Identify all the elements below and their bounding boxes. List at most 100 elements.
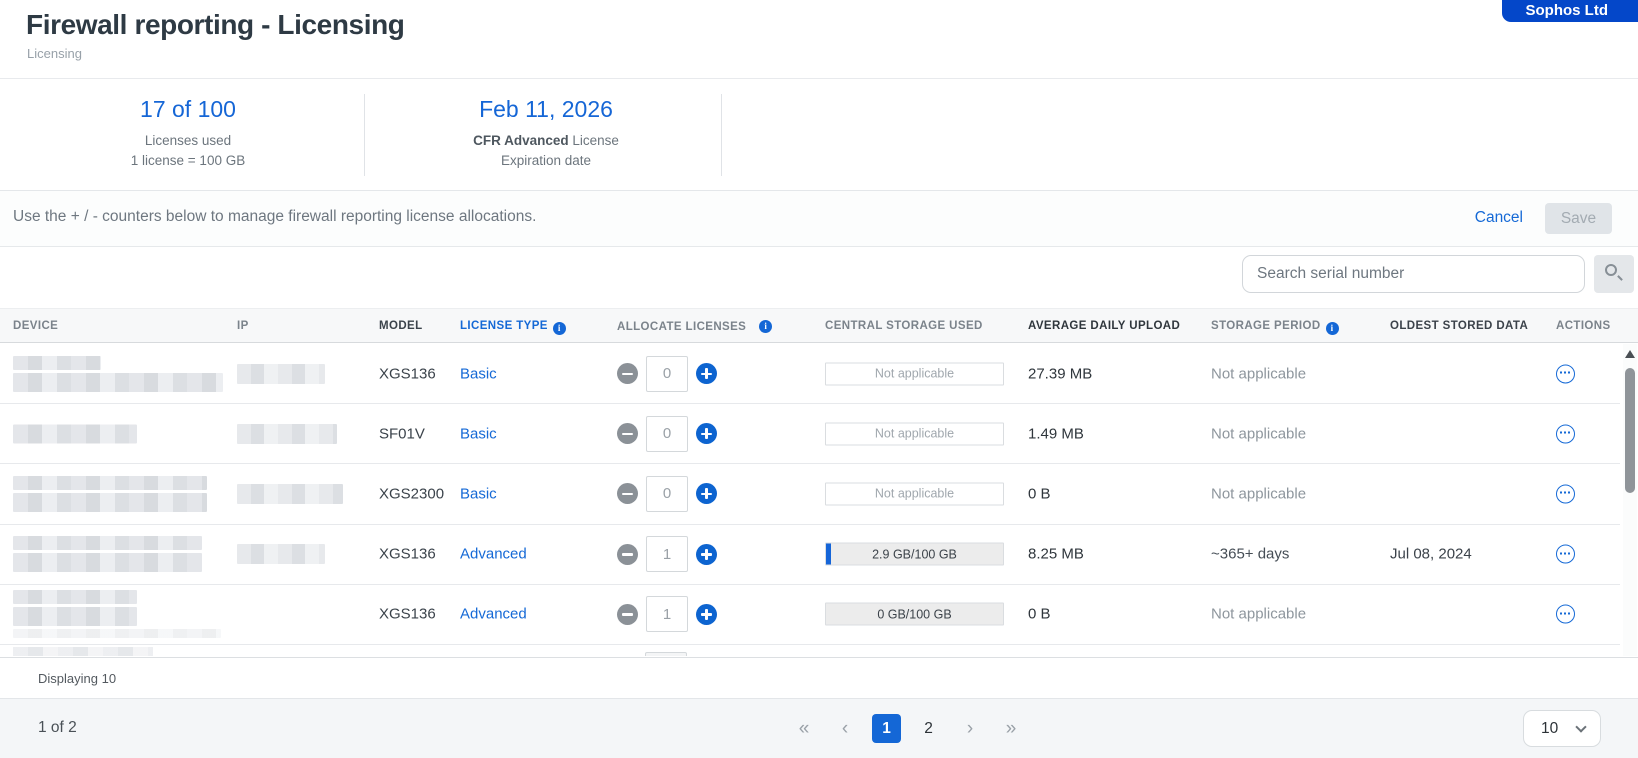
- info-icon[interactable]: i: [1326, 322, 1339, 335]
- oldest-stored-data-cell: Jul 08, 2024: [1390, 546, 1472, 563]
- decrement-button[interactable]: [617, 483, 638, 504]
- license-type-link[interactable]: Advanced: [460, 606, 527, 623]
- decrement-button[interactable]: [617, 604, 638, 625]
- actions-cell: [1556, 364, 1575, 383]
- allocate-counter: [617, 596, 717, 632]
- redacted-device-name: [13, 424, 137, 443]
- allocate-input[interactable]: [646, 356, 688, 392]
- storage-period-cell: Not applicable: [1211, 365, 1306, 382]
- model-cell: XGS136: [379, 546, 436, 563]
- next-page-button[interactable]: ›: [956, 715, 984, 743]
- allocate-counter: [617, 356, 717, 392]
- decrement-button[interactable]: [617, 544, 638, 565]
- allocate-input[interactable]: [646, 596, 688, 632]
- column-header-ip: IP: [237, 320, 249, 332]
- device-cell: [13, 424, 137, 443]
- increment-button[interactable]: [696, 544, 717, 565]
- redacted-device-name: [13, 373, 223, 392]
- save-button[interactable]: Save: [1545, 203, 1612, 234]
- search-icon: [1605, 264, 1617, 276]
- licenses-used-label: Licenses used: [18, 131, 358, 151]
- allocate-input[interactable]: [646, 416, 688, 452]
- table-row-partial: [0, 645, 1620, 656]
- app-root: Firewall reporting - Licensing Licensing…: [0, 0, 1638, 758]
- column-header-device: DEVICE: [13, 320, 58, 332]
- stat-divider: [364, 94, 365, 176]
- license-type-link[interactable]: Basic: [460, 365, 497, 382]
- actions-cell: [1556, 605, 1575, 624]
- last-page-button[interactable]: »: [997, 715, 1025, 743]
- redacted-device-name: [13, 553, 202, 572]
- avg-daily-upload-cell: 1.49 MB: [1028, 425, 1084, 442]
- redacted-device-name: [13, 629, 221, 638]
- decrement-button[interactable]: [617, 363, 638, 384]
- instruction-text: Use the + / - counters below to manage f…: [13, 208, 536, 226]
- pagination-bar: 1 of 2 «‹12›» 10: [0, 698, 1638, 758]
- allocate-input[interactable]: [646, 536, 688, 572]
- license-type-link[interactable]: Basic: [460, 485, 497, 502]
- increment-button[interactable]: [696, 483, 717, 504]
- avg-daily-upload-cell: 8.25 MB: [1028, 546, 1084, 563]
- column-header-oldest: OLDEST STORED DATA: [1390, 320, 1528, 332]
- license-type-link[interactable]: Advanced: [460, 546, 527, 563]
- row-action-icon[interactable]: [1556, 484, 1575, 503]
- redacted-device-name: [13, 356, 101, 370]
- increment-button[interactable]: [696, 604, 717, 625]
- row-action-icon[interactable]: [1556, 545, 1575, 564]
- central-storage-cell: Not applicable: [825, 362, 1004, 385]
- page-header: Firewall reporting - Licensing Licensing…: [0, 0, 1638, 79]
- storage-usage-fill: [826, 544, 831, 565]
- model-cell: XGS2300: [379, 485, 444, 502]
- row-action-icon[interactable]: [1556, 424, 1575, 443]
- row-action-icon[interactable]: [1556, 605, 1575, 624]
- storage-text: Not applicable: [875, 367, 954, 381]
- allocate-input[interactable]: [646, 476, 688, 512]
- redacted-device-name: [13, 647, 153, 656]
- page-button-1[interactable]: 1: [872, 714, 901, 743]
- cancel-button[interactable]: Cancel: [1475, 209, 1523, 227]
- device-cell: [13, 356, 223, 392]
- redacted-ip: [237, 544, 325, 564]
- search-row: [0, 248, 1638, 308]
- column-header-license: LICENSE TYPEi: [460, 320, 566, 335]
- search-input[interactable]: [1242, 255, 1585, 293]
- decrement-button[interactable]: [617, 423, 638, 444]
- redacted-device-name: [13, 536, 202, 550]
- stat-divider: [721, 94, 722, 176]
- storage-period-cell: Not applicable: [1211, 606, 1306, 623]
- storage-period-cell: Not applicable: [1211, 425, 1306, 442]
- search-button[interactable]: [1594, 255, 1634, 293]
- license-type-link[interactable]: Basic: [460, 425, 497, 442]
- redacted-ip: [237, 424, 337, 444]
- table-scrollbar[interactable]: [1623, 344, 1637, 656]
- expiration-license-label: CFR Advanced License: [376, 131, 716, 151]
- page-button-2[interactable]: 2: [914, 714, 943, 743]
- license-name-rest: License: [569, 133, 619, 148]
- row-action-icon[interactable]: [1556, 364, 1575, 383]
- central-storage-cell: 0 GB/100 GB: [825, 603, 1004, 626]
- redacted-device-name: [13, 476, 207, 490]
- table-row: SF01VBasicNot applicable1.49 MBNot appli…: [0, 404, 1620, 464]
- table-header: DEVICEIPMODELLICENSE TYPEiALLOCATE LICEN…: [0, 308, 1638, 343]
- chevron-down-icon: [1575, 721, 1586, 732]
- page-size-select[interactable]: 10: [1523, 710, 1601, 747]
- scroll-up-arrow-icon[interactable]: [1625, 350, 1635, 358]
- central-storage-cell: Not applicable: [825, 482, 1004, 505]
- displaying-count: Displaying 10: [38, 671, 116, 686]
- scrollbar-thumb[interactable]: [1625, 368, 1635, 493]
- info-icon[interactable]: i: [759, 320, 772, 333]
- expiration-date-value: Feb 11, 2026: [376, 96, 716, 123]
- column-header-period: STORAGE PERIODi: [1211, 320, 1339, 335]
- info-icon[interactable]: i: [553, 322, 566, 335]
- redacted-ip: [237, 484, 343, 504]
- first-page-button[interactable]: «: [790, 715, 818, 743]
- increment-button[interactable]: [696, 423, 717, 444]
- pager: « ‹ 12 › »: [790, 714, 1025, 743]
- increment-button[interactable]: [696, 363, 717, 384]
- redacted-device-name: [13, 607, 137, 626]
- storage-text: Not applicable: [875, 487, 954, 501]
- tenant-badge[interactable]: Sophos Ltd: [1502, 0, 1638, 22]
- previous-page-button[interactable]: ‹: [831, 715, 859, 743]
- model-cell: XGS136: [379, 365, 436, 382]
- storage-period-cell: ~365+ days: [1211, 546, 1289, 563]
